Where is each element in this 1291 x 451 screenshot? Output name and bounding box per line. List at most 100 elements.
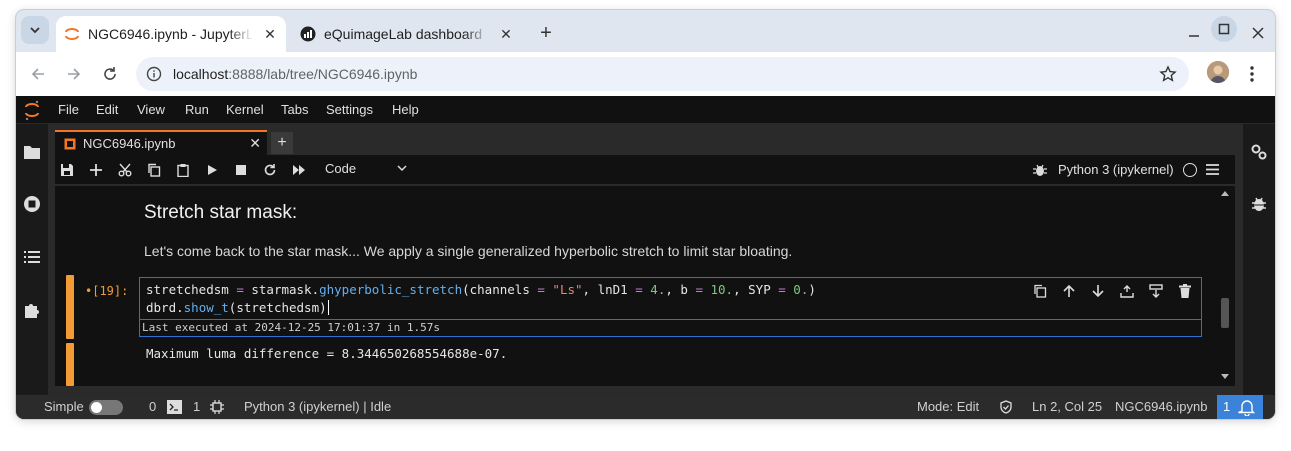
play-icon xyxy=(208,165,217,175)
property-inspector-button[interactable] xyxy=(1249,142,1269,162)
arrow-up-icon xyxy=(1063,284,1075,297)
debugger-button[interactable] xyxy=(1249,194,1269,214)
output-collapser[interactable] xyxy=(66,343,74,386)
shield-check-icon[interactable] xyxy=(999,400,1013,414)
notification-count: 1 xyxy=(1223,399,1231,414)
bug-icon[interactable] xyxy=(1033,163,1047,177)
back-button[interactable] xyxy=(26,62,50,86)
reload-icon xyxy=(104,67,116,80)
browser-tab-dashboard[interactable]: eQuimageLab dashboard ✕ xyxy=(292,16,522,52)
menu-run[interactable]: Run xyxy=(185,102,209,117)
insert-above-icon xyxy=(1120,285,1134,298)
reload-button[interactable] xyxy=(98,62,122,86)
file-browser-button[interactable] xyxy=(22,142,42,162)
menu-edit[interactable]: Edit xyxy=(96,102,118,117)
kernel-status-icon xyxy=(1183,163,1197,177)
copy-button[interactable] xyxy=(146,162,162,178)
code-line-1: stretchedsm = starmask.ghyperbolic_stret… xyxy=(146,282,816,297)
close-doc-tab-icon[interactable]: ✕ xyxy=(249,135,261,152)
maximize-button[interactable] xyxy=(1211,16,1237,42)
code-line-2: dbrd.show_t(stretchedsm) xyxy=(146,300,329,315)
menu-tabs[interactable]: Tabs xyxy=(281,102,308,117)
kernel-status[interactable]: Python 3 (ipykernel) | Idle xyxy=(244,399,391,414)
minimize-button[interactable] xyxy=(1179,22,1209,44)
delete-cell-button[interactable] xyxy=(1177,283,1193,299)
menu-kernel[interactable]: Kernel xyxy=(226,102,264,117)
bell-icon xyxy=(1238,400,1256,416)
cursor-position[interactable]: Ln 2, Col 25 xyxy=(1032,399,1102,414)
duplicate-cell-button[interactable] xyxy=(1032,283,1048,299)
fast-forward-icon xyxy=(293,165,305,175)
last-executed-info: Last executed at 2024-12-25 17:01:37 in … xyxy=(140,319,1201,336)
copy-icon xyxy=(148,163,161,177)
save-button[interactable] xyxy=(59,162,75,178)
gears-icon xyxy=(1251,144,1267,160)
running-sessions-button[interactable] xyxy=(22,194,42,214)
bookmark-star-icon[interactable] xyxy=(1159,65,1177,83)
close-tab-icon[interactable]: ✕ xyxy=(262,26,278,42)
folder-icon xyxy=(24,146,40,159)
code-editor[interactable]: stretchedsm = starmask.ghyperbolic_stret… xyxy=(139,277,1202,337)
main-dock-area: NGC6946.ipynb ✕ + Code Python 3 (ipykern… xyxy=(49,124,1242,403)
url-path: :8888/lab/tree/NGC6946.ipynb xyxy=(228,66,418,82)
notebook-toolbar: Code Python 3 (ipykernel) xyxy=(55,155,1235,185)
close-window-button[interactable] xyxy=(1243,22,1273,44)
insert-cell-button[interactable] xyxy=(88,162,104,178)
url-text: localhost:8888/lab/tree/NGC6946.ipynb xyxy=(173,66,417,82)
list-icon xyxy=(24,251,40,263)
new-launcher-button[interactable]: + xyxy=(271,132,293,154)
move-down-button[interactable] xyxy=(1090,283,1106,299)
notebook-scrollbar[interactable] xyxy=(1218,186,1232,386)
insert-above-button[interactable] xyxy=(1119,283,1135,299)
menu-help[interactable]: Help xyxy=(392,102,419,117)
restart-run-all-button[interactable] xyxy=(291,162,307,178)
terminal-count[interactable]: 0 xyxy=(149,399,156,414)
input-collapser[interactable] xyxy=(66,275,74,339)
extensions-button[interactable] xyxy=(22,300,42,320)
site-info-icon[interactable] xyxy=(146,66,162,82)
scrollbar-thumb[interactable] xyxy=(1221,298,1229,328)
run-button[interactable] xyxy=(204,162,220,178)
simple-mode-label: Simple xyxy=(44,399,84,414)
restart-button[interactable] xyxy=(262,162,278,178)
plus-icon xyxy=(90,164,102,176)
cut-button[interactable] xyxy=(117,162,133,178)
kernel-count[interactable]: 1 xyxy=(193,399,200,414)
forward-button[interactable] xyxy=(62,62,86,86)
scroll-up-icon[interactable] xyxy=(1221,190,1229,198)
menu-settings[interactable]: Settings xyxy=(326,102,373,117)
save-icon xyxy=(61,164,73,176)
execution-count: •[19]: xyxy=(85,284,129,298)
move-up-button[interactable] xyxy=(1061,283,1077,299)
menu-view[interactable]: View xyxy=(137,102,165,117)
simple-mode-toggle[interactable] xyxy=(89,400,123,415)
trash-icon xyxy=(1179,284,1191,298)
new-tab-button[interactable]: + xyxy=(534,22,558,46)
browser-tab-jupyter[interactable]: NGC6946.ipynb - JupyterLab ✕ xyxy=(56,16,286,52)
interrupt-button[interactable] xyxy=(233,162,249,178)
cell-type-value: Code xyxy=(325,161,357,176)
notifications-button[interactable]: 1 xyxy=(1217,395,1263,419)
close-tab-icon[interactable]: ✕ xyxy=(498,26,514,42)
hamburger-icon[interactable] xyxy=(1206,163,1219,176)
tab-notebook[interactable]: NGC6946.ipynb ✕ xyxy=(55,130,267,155)
chevron-down-icon xyxy=(397,165,407,172)
insert-below-icon xyxy=(1149,284,1163,298)
kernel-chip-icon xyxy=(210,400,224,414)
table-of-contents-button[interactable] xyxy=(22,247,42,267)
browser-menu-button[interactable] xyxy=(1243,63,1261,85)
menu-file[interactable]: File xyxy=(58,102,79,117)
stop-icon xyxy=(236,165,246,175)
paste-button[interactable] xyxy=(175,162,191,178)
edit-mode: Mode: Edit xyxy=(917,399,980,414)
scroll-down-icon[interactable] xyxy=(1221,372,1229,380)
tab-search-button[interactable] xyxy=(21,16,49,44)
insert-below-button[interactable] xyxy=(1148,283,1164,299)
left-sidebar xyxy=(16,124,49,403)
tab-strip: NGC6946.ipynb - JupyterLab ✕ eQuimageLab… xyxy=(16,10,1275,52)
profile-avatar[interactable] xyxy=(1207,61,1229,83)
address-bar[interactable]: localhost:8888/lab/tree/NGC6946.ipynb xyxy=(136,57,1189,91)
cell-type-select[interactable]: Code xyxy=(325,161,409,179)
browser-window: NGC6946.ipynb - JupyterLab ✕ eQuimageLab… xyxy=(16,10,1275,419)
kernel-name-button[interactable]: Python 3 (ipykernel) xyxy=(1058,162,1174,177)
